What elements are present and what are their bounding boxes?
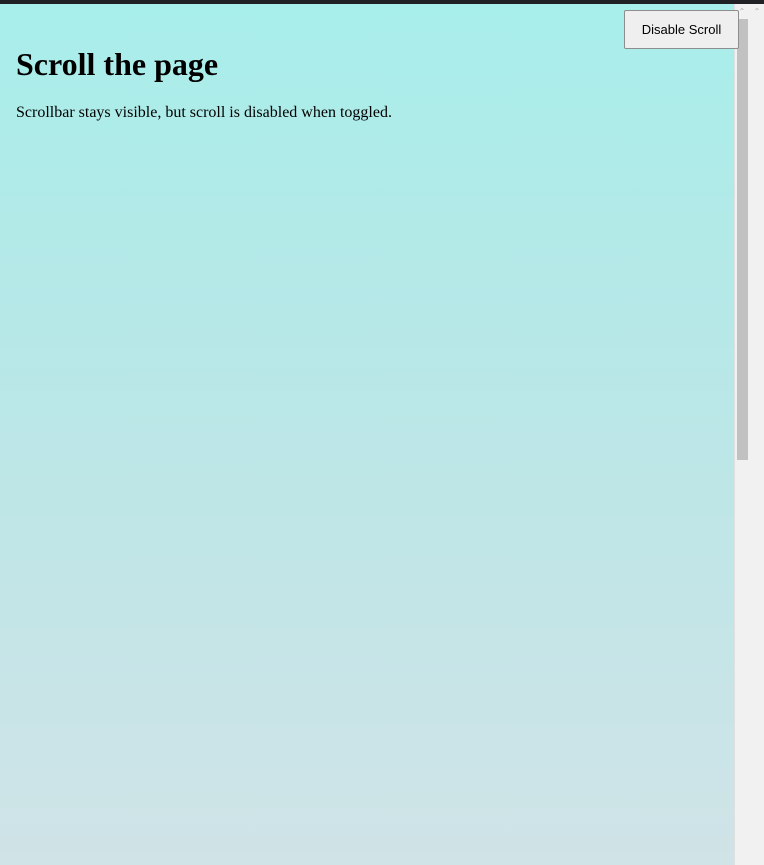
page-viewport[interactable]: Scroll the page Scrollbar stays visible,… bbox=[0, 4, 734, 865]
page-title: Scroll the page bbox=[16, 46, 219, 82]
disable-scroll-button[interactable]: Disable Scroll bbox=[624, 10, 739, 49]
page-description: Scrollbar stays visible, but scroll is d… bbox=[16, 104, 392, 121]
chevron-up-icon[interactable]: ⌃ bbox=[752, 7, 762, 17]
scrollbar-thumb[interactable] bbox=[737, 19, 748, 460]
vertical-scrollbar[interactable]: ⌃ ⌃ bbox=[734, 4, 764, 865]
browser-top-border bbox=[0, 0, 764, 4]
